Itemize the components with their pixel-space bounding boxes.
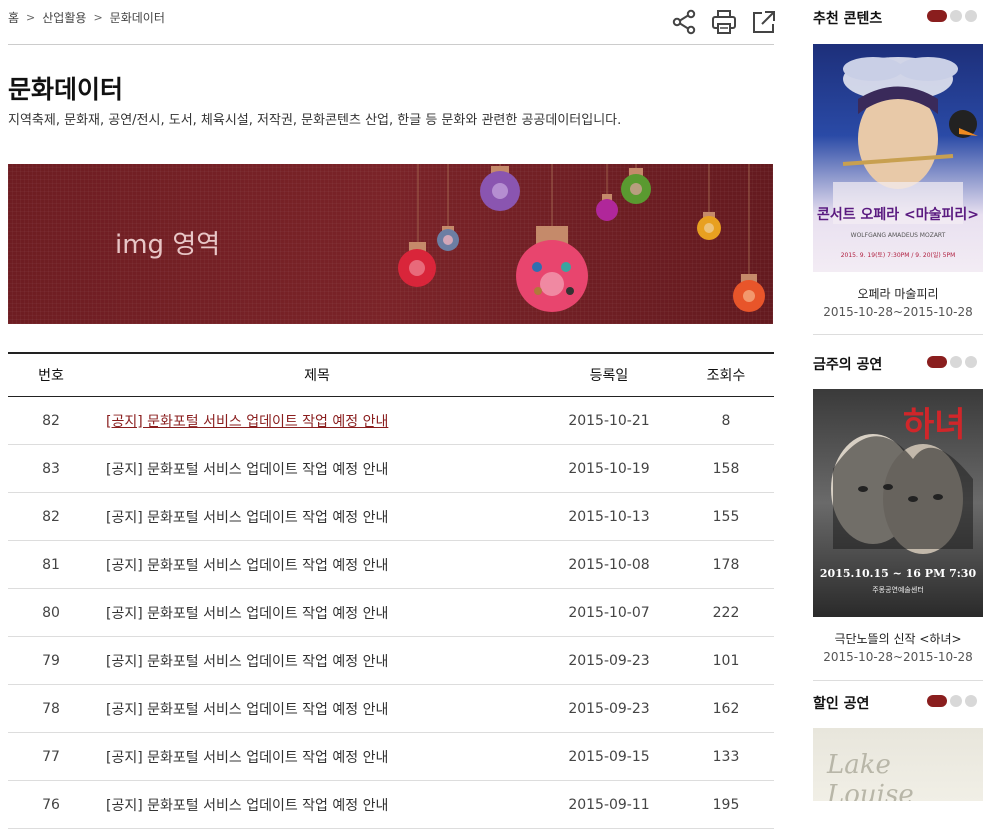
row-number: 82 [8, 396, 94, 445]
row-views: 162 [678, 684, 774, 733]
breadcrumb-separator: > [93, 11, 103, 24]
external-link-icon[interactable] [750, 8, 778, 36]
row-number: 78 [8, 684, 94, 733]
row-views: 133 [678, 732, 774, 781]
carousel-dots [927, 356, 977, 368]
weekly-title: 극단노뜰의 신작 <하녀> [834, 632, 962, 646]
row-title-link[interactable]: [공지] 문화포털 서비스 업데이트 작업 예정 안내 [106, 702, 388, 718]
carousel-dots [927, 10, 977, 22]
row-date: 2015-09-23 [540, 636, 678, 685]
row-title-link[interactable]: [공지] 문화포털 서비스 업데이트 작업 예정 안내 [106, 750, 388, 766]
row-title-link[interactable]: [공지] 문화포털 서비스 업데이트 작업 예정 안내 [106, 462, 388, 478]
recommended-date: 2015-10-28~2015-10-28 [823, 305, 973, 319]
row-number: 83 [8, 444, 94, 493]
table-row: 80 [공지] 문화포털 서비스 업데이트 작업 예정 안내 2015-10-07 2… [8, 588, 774, 637]
poster-title-text: 콘서트 오페라 <마술피리> [816, 207, 979, 223]
row-views: 101 [678, 636, 774, 685]
row-title-link[interactable]: [공지] 문화포털 서비스 업데이트 작업 예정 안내 [106, 558, 388, 574]
row-date: 2015-10-08 [540, 540, 678, 589]
row-title-link[interactable]: [공지] 문화포털 서비스 업데이트 작업 예정 안내 [106, 654, 388, 670]
header-views: 조회수 [678, 352, 774, 397]
notice-table: 번호 제목 등록일 조회수 82 [공지] 문화포털 서비스 업데이트 작업 예정… [8, 352, 774, 829]
section-title-discount: 할인 공연 [813, 696, 870, 712]
table-row: 83 [공지] 문화포털 서비스 업데이트 작업 예정 안내 2015-10-19 1… [8, 444, 774, 493]
row-title-link[interactable]: [공지] 문화포털 서비스 업데이트 작업 예정 안내 [106, 798, 388, 814]
recommended-caption[interactable]: 오페라 마술피리 2015-10-28~2015-10-28 [813, 285, 983, 319]
row-date: 2015-09-23 [540, 684, 678, 733]
table-row: 81 [공지] 문화포털 서비스 업데이트 작업 예정 안내 2015-10-08 1… [8, 540, 774, 589]
section-title-weekly: 금주의 공연 [813, 357, 883, 373]
recommended-title: 오페라 마술피리 [857, 287, 939, 301]
carousel-dot-active[interactable] [927, 356, 947, 368]
row-number: 80 [8, 588, 94, 637]
table-row: 82 [공지] 문화포털 서비스 업데이트 작업 예정 안내 2015-10-13 1… [8, 492, 774, 541]
poster-date-text: 2015. 9. 19(토) 7:30PM / 9. 20(일) 5PM [840, 252, 956, 259]
page-tools [670, 8, 778, 36]
row-title-link[interactable]: [공지] 문화포털 서비스 업데이트 작업 예정 안내 [106, 414, 388, 430]
row-number: 76 [8, 780, 94, 829]
poster-maid[interactable]: 하녀 2015.10.15 ~ 16 PM 7:30 주몽공연예술센터 [813, 389, 983, 617]
header-number: 번호 [8, 352, 94, 397]
carousel-dots [927, 695, 977, 707]
poster-date-text: 2015.10.15 ~ 16 PM 7:30 [819, 567, 977, 580]
carousel-dot[interactable] [950, 10, 962, 22]
sidebar-divider [813, 680, 983, 681]
row-views: 178 [678, 540, 774, 589]
row-views: 155 [678, 492, 774, 541]
poster-venue-text: 주몽공연예술센터 [872, 586, 924, 594]
header-date: 등록일 [540, 352, 678, 397]
row-date: 2015-10-07 [540, 588, 678, 637]
breadcrumb-separator: > [26, 11, 36, 24]
row-number: 79 [8, 636, 94, 685]
breadcrumb-home[interactable]: 홈 [8, 9, 19, 26]
page-title: 문화데이터 [8, 75, 124, 104]
share-icon[interactable] [670, 8, 698, 36]
row-views: 195 [678, 780, 774, 829]
poster-title-text: Lake Louise [827, 750, 914, 801]
table-row: 76 [공지] 문화포털 서비스 업데이트 작업 예정 안내 2015-09-11 1… [8, 780, 774, 829]
banner-placeholder-text: img 영역 [115, 230, 221, 260]
page-description: 지역축제, 문화재, 공연/전시, 도서, 체육시설, 저작권, 문화콘텐츠 산… [8, 113, 622, 128]
breadcrumb-current[interactable]: 문화데이터 [110, 9, 165, 26]
poster-lake-louise[interactable]: Lake Louise [813, 728, 983, 801]
weekly-date: 2015-10-28~2015-10-28 [823, 650, 973, 664]
carousel-dot[interactable] [965, 695, 977, 707]
row-title-link[interactable]: [공지] 문화포털 서비스 업데이트 작업 예정 안내 [106, 510, 388, 526]
sidebar-divider [813, 334, 983, 335]
carousel-dot[interactable] [965, 10, 977, 22]
row-number: 81 [8, 540, 94, 589]
breadcrumb-industry[interactable]: 산업활용 [42, 9, 86, 26]
carousel-dot-active[interactable] [927, 10, 947, 22]
table-row: 78 [공지] 문화포털 서비스 업데이트 작업 예정 안내 2015-09-23 1… [8, 684, 774, 733]
header-divider [8, 44, 774, 45]
table-row: 79 [공지] 문화포털 서비스 업데이트 작업 예정 안내 2015-09-23 1… [8, 636, 774, 685]
weekly-caption[interactable]: 극단노뜰의 신작 <하녀> 2015-10-28~2015-10-28 [813, 630, 983, 664]
row-views: 8 [678, 396, 774, 445]
table-row: 82 [공지] 문화포털 서비스 업데이트 작업 예정 안내 2015-10-21 8 [8, 396, 774, 445]
table-row: 77 [공지] 문화포털 서비스 업데이트 작업 예정 안내 2015-09-15 1… [8, 732, 774, 781]
carousel-dot[interactable] [950, 356, 962, 368]
section-title-recommended: 추천 콘텐츠 [813, 11, 883, 27]
row-date: 2015-10-13 [540, 492, 678, 541]
carousel-dot[interactable] [965, 356, 977, 368]
row-views: 222 [678, 588, 774, 637]
poster-title-text: 하녀 [903, 405, 966, 445]
row-date: 2015-10-19 [540, 444, 678, 493]
table-header-row: 번호 제목 등록일 조회수 [8, 352, 774, 397]
poster-magic-flute[interactable]: 콘서트 오페라 <마술피리> WOLFGANG AMADEUS MOZART 2… [813, 44, 983, 272]
print-icon[interactable] [710, 8, 738, 36]
carousel-dot[interactable] [950, 695, 962, 707]
row-date: 2015-09-15 [540, 732, 678, 781]
row-title-link[interactable]: [공지] 문화포털 서비스 업데이트 작업 예정 안내 [106, 606, 388, 622]
header-title: 제목 [94, 352, 540, 397]
carousel-dot-active[interactable] [927, 695, 947, 707]
breadcrumb: 홈 > 산업활용 > 문화데이터 [8, 9, 165, 26]
banner-image: img 영역 [8, 164, 773, 324]
row-number: 77 [8, 732, 94, 781]
row-date: 2015-10-21 [540, 396, 678, 445]
row-date: 2015-09-11 [540, 780, 678, 829]
row-views: 158 [678, 444, 774, 493]
row-number: 82 [8, 492, 94, 541]
poster-subtitle-text: WOLFGANG AMADEUS MOZART [850, 232, 946, 239]
